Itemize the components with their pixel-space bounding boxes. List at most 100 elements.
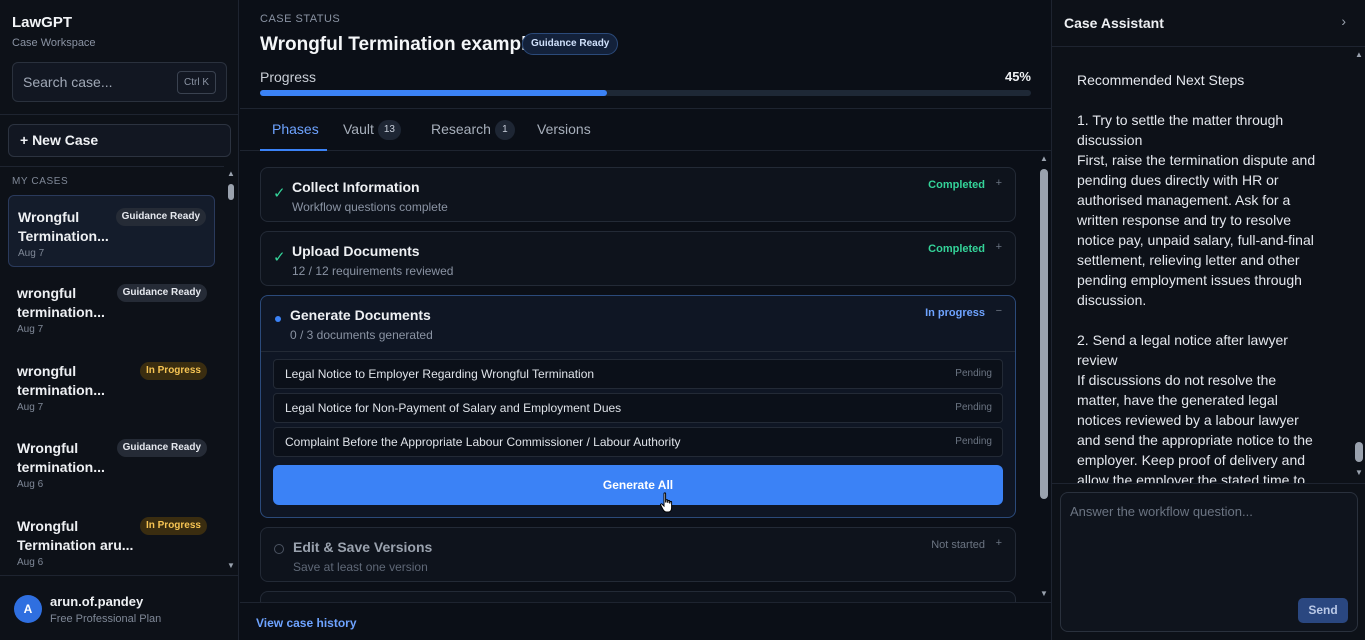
- tab-bar: Phases Vault 13 Research 1 Versions: [240, 108, 1051, 151]
- scrollbar-thumb[interactable]: [228, 184, 234, 200]
- document-state: Pending: [955, 402, 992, 413]
- phases-list: ✓ Collect Information Workflow questions…: [240, 151, 1037, 602]
- pending-circle-icon: [274, 544, 284, 554]
- case-title: wrongful termination...: [17, 285, 105, 320]
- case-item[interactable]: wrongful termination... Aug 7 Guidance R…: [8, 272, 215, 344]
- phase-next[interactable]: [260, 591, 1016, 602]
- current-phase-dot-icon: [275, 316, 281, 322]
- message-step: 1. Try to settle the matter through disc…: [1077, 112, 1316, 308]
- case-title: Wrongful Termination...: [18, 209, 109, 244]
- assistant-scrollbar[interactable]: ▲ ▼: [1352, 47, 1365, 483]
- search-input[interactable]: [23, 74, 173, 90]
- document-name: Legal Notice for Non-Payment of Salary a…: [285, 401, 622, 415]
- main-footer: View case history: [240, 602, 1051, 640]
- case-date: Aug 7: [18, 248, 45, 259]
- new-case-button[interactable]: + New Case: [8, 124, 231, 157]
- checkmark-icon: ✓: [273, 249, 286, 266]
- tab-count: 13: [377, 120, 401, 141]
- scroll-up-icon[interactable]: ▲: [227, 169, 235, 178]
- document-item[interactable]: Legal Notice for Non-Payment of Salary a…: [273, 393, 1003, 423]
- phases-scrollbar[interactable]: ▲ ▼: [1037, 151, 1051, 602]
- case-date: Aug 7: [17, 324, 44, 335]
- phase-title: Upload Documents: [292, 243, 420, 259]
- phase-status: Completed: [928, 179, 985, 191]
- generate-all-button[interactable]: Generate All: [273, 465, 1003, 505]
- phase-status: In progress: [925, 307, 985, 319]
- phase-status: Completed: [928, 243, 985, 255]
- tab-label: Research: [431, 121, 491, 137]
- send-button[interactable]: Send: [1298, 598, 1348, 623]
- scrollbar-thumb[interactable]: [1040, 169, 1048, 499]
- brand-title: LawGPT: [12, 14, 73, 31]
- phase-title: Generate Documents: [290, 307, 431, 323]
- tab-label: Phases: [272, 121, 319, 137]
- case-date: Aug 7: [17, 402, 44, 413]
- answer-input[interactable]: [1070, 504, 1340, 564]
- document-state: Pending: [955, 368, 992, 379]
- case-status-label: CASE STATUS: [260, 13, 341, 25]
- case-title: Wrongful Termination aru...: [17, 518, 134, 553]
- assistant-header: Case Assistant ›: [1052, 0, 1365, 47]
- document-item[interactable]: Complaint Before the Appropriate Labour …: [273, 427, 1003, 457]
- scroll-up-icon[interactable]: ▲: [1040, 154, 1048, 163]
- message-step: 2. Send a legal notice after lawyer revi…: [1077, 332, 1313, 483]
- divider: [1052, 483, 1365, 484]
- view-case-history-link[interactable]: View case history: [256, 616, 357, 630]
- phase-subtitle: Save at least one version: [293, 560, 428, 574]
- tab-phases[interactable]: Phases: [260, 109, 327, 151]
- scroll-down-icon[interactable]: ▼: [227, 561, 235, 570]
- status-badge: In Progress: [139, 362, 207, 380]
- expand-icon[interactable]: +: [996, 537, 1002, 549]
- sidebar: LawGPT Case Workspace Ctrl K + New Case …: [0, 0, 239, 640]
- search-box[interactable]: Ctrl K: [12, 62, 227, 102]
- phase-title: Collect Information: [292, 179, 420, 195]
- case-item[interactable]: wrongful termination... Aug 7 In Progres…: [8, 350, 215, 422]
- scroll-up-icon[interactable]: ▲: [1355, 50, 1363, 59]
- tab-label: Vault: [343, 121, 374, 137]
- case-title: wrongful termination...: [17, 363, 105, 398]
- scroll-down-icon[interactable]: ▼: [1355, 468, 1363, 477]
- hand-cursor-icon: [660, 492, 673, 513]
- phase-title: Edit & Save Versions: [293, 539, 433, 555]
- status-badge: Guidance Ready: [116, 284, 207, 302]
- user-name: arun.of.pandey: [50, 594, 144, 609]
- divider: [0, 114, 239, 115]
- divider: [0, 166, 239, 167]
- phase-subtitle: 12 / 12 requirements reviewed: [292, 264, 454, 278]
- message-heading: Recommended Next Steps: [1077, 72, 1245, 88]
- document-name: Complaint Before the Appropriate Labour …: [285, 435, 681, 449]
- brand-subtitle: Case Workspace: [12, 37, 96, 49]
- tab-count: 1: [494, 120, 515, 141]
- answer-box: Send: [1060, 492, 1358, 632]
- case-list-scrollbar[interactable]: ▲ ▼: [224, 166, 238, 574]
- user-profile[interactable]: A arun.of.pandey Free Professional Plan: [0, 575, 239, 640]
- my-cases-label: MY CASES: [12, 176, 69, 187]
- scroll-down-icon[interactable]: ▼: [1040, 589, 1048, 598]
- phase-upload-documents[interactable]: ✓ Upload Documents 12 / 12 requirements …: [260, 231, 1016, 286]
- document-item[interactable]: Legal Notice to Employer Regarding Wrong…: [273, 359, 1003, 389]
- tab-versions[interactable]: Versions: [537, 109, 591, 151]
- phase-collect-information[interactable]: ✓ Collect Information Workflow questions…: [260, 167, 1016, 222]
- status-badge: Guidance Ready: [115, 208, 206, 226]
- document-state: Pending: [955, 436, 992, 447]
- case-item[interactable]: Wrongful termination... Aug 6 Guidance R…: [8, 427, 215, 499]
- status-badge: Guidance Ready: [522, 33, 619, 55]
- case-item[interactable]: Wrongful Termination aru... Aug 6 In Pro…: [8, 505, 215, 574]
- expand-icon[interactable]: +: [996, 177, 1002, 189]
- assistant-title: Case Assistant: [1064, 15, 1164, 31]
- status-badge: Guidance Ready: [116, 439, 207, 457]
- scrollbar-thumb[interactable]: [1355, 442, 1363, 462]
- phase-generate-documents: Generate Documents 0 / 3 documents gener…: [260, 295, 1016, 518]
- collapse-icon[interactable]: −: [996, 305, 1002, 317]
- chevron-right-icon[interactable]: ›: [1341, 13, 1346, 29]
- main-panel: CASE STATUS Wrongful Termination example…: [240, 0, 1051, 640]
- assistant-panel: Case Assistant › Recommended Next Steps …: [1051, 0, 1365, 640]
- tab-research[interactable]: Research 1: [431, 109, 515, 151]
- case-date: Aug 6: [17, 557, 44, 568]
- expand-icon[interactable]: +: [996, 241, 1002, 253]
- case-item[interactable]: Wrongful Termination... Aug 7 Guidance R…: [8, 195, 215, 267]
- case-list: Wrongful Termination... Aug 7 Guidance R…: [0, 192, 224, 574]
- tab-vault[interactable]: Vault 13: [343, 109, 401, 151]
- checkmark-icon: ✓: [273, 185, 286, 202]
- phase-edit-save-versions[interactable]: Edit & Save Versions Save at least one v…: [260, 527, 1016, 582]
